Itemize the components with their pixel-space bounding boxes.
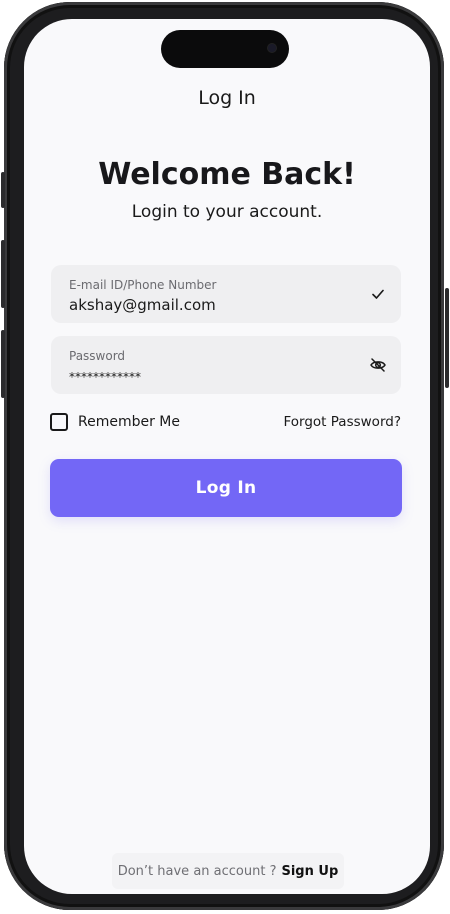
forgot-password-link[interactable]: Forgot Password? bbox=[284, 414, 402, 430]
password-field[interactable]: Password ************ bbox=[51, 336, 401, 394]
login-button[interactable]: Log In bbox=[50, 459, 402, 517]
volume-down-button bbox=[1, 330, 5, 398]
camera-icon bbox=[268, 44, 276, 52]
dynamic-island bbox=[161, 30, 289, 68]
welcome-subtitle: Login to your account. bbox=[131, 202, 323, 222]
signup-prompt-text: Don’t have an account ? bbox=[117, 863, 277, 879]
signup-link[interactable]: Sign Up bbox=[281, 864, 338, 879]
email-field[interactable]: E-mail ID/Phone Number bbox=[51, 265, 401, 323]
app-screen: Log In Welcome Back! Login to your accou… bbox=[24, 19, 430, 894]
email-label: E-mail ID/Phone Number bbox=[69, 278, 217, 292]
remember-me-label: Remember Me bbox=[78, 414, 180, 430]
password-label: Password bbox=[69, 349, 126, 363]
action-button bbox=[1, 172, 5, 208]
remember-me-checkbox[interactable] bbox=[50, 413, 68, 431]
signup-prompt: Don’t have an account ? Sign Up bbox=[112, 853, 344, 889]
remember-me-toggle[interactable]: Remember Me bbox=[50, 413, 180, 431]
welcome-heading: Welcome Back! bbox=[98, 157, 356, 192]
volume-up-button bbox=[1, 240, 5, 308]
page-title: Log In bbox=[198, 87, 256, 109]
eye-off-icon[interactable] bbox=[369, 356, 387, 374]
email-input[interactable] bbox=[69, 296, 339, 314]
checkmark-icon bbox=[369, 285, 387, 303]
password-input[interactable]: ************ bbox=[69, 370, 339, 384]
power-button bbox=[445, 288, 449, 388]
